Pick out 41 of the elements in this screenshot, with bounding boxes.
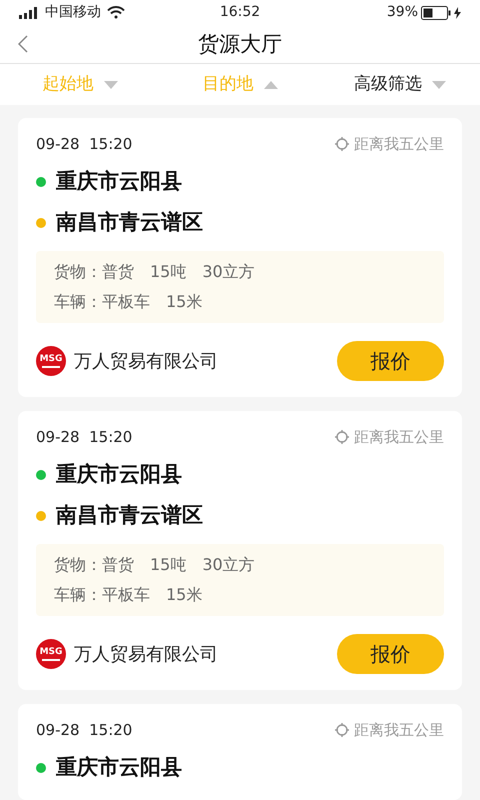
- quote-button[interactable]: 报价: [337, 634, 444, 674]
- triangle-down-icon: [104, 80, 118, 89]
- triangle-down-icon: [432, 80, 446, 89]
- wifi-icon: [107, 6, 125, 20]
- logo-underline: [42, 366, 60, 368]
- post-time: 09-28 15:20: [36, 720, 132, 741]
- post-time: 09-28 15:20: [36, 134, 132, 155]
- quote-button[interactable]: 报价: [337, 341, 444, 382]
- cargo-info: 货物：普货 15吨 30立方: [54, 261, 256, 284]
- location-icon: [334, 429, 350, 446]
- cargo-card[interactable]: 09-28 15:20 距离我五公里 重庆市云阳县 南昌市青云谱区 货物：普货 15吨 30立方 车辆：平板车 15米 MSG 万人贸易有限公司 报价: [18, 411, 462, 690]
- origin-city: 重庆市云阳县: [56, 754, 182, 782]
- carrier-name: 中国移动: [45, 3, 101, 22]
- battery-icon: [421, 6, 451, 20]
- page-title: 货源大厅: [198, 30, 282, 58]
- vehicle-info: 车辆：平板车 15米: [54, 584, 204, 606]
- distance-text: 距离我五公里: [354, 134, 444, 155]
- logo-underline: [42, 658, 60, 661]
- cargo-card[interactable]: 09-28 15:20 距离我五公里 重庆市云阳县: [18, 704, 462, 800]
- origin-city: 重庆市云阳县: [56, 168, 182, 196]
- post-time: 09-28 15:20: [36, 426, 132, 448]
- cargo-info: 货物：普货 15吨 30立方: [54, 554, 256, 576]
- filter-tab[interactable]: 高级筛选: [320, 72, 480, 98]
- battery-percent: 39%: [386, 3, 418, 22]
- origin-city: 重庆市云阳县: [56, 461, 182, 488]
- back-icon: [18, 35, 28, 54]
- destination-city: 南昌市青云谱区: [56, 502, 203, 530]
- vehicle-info: 车辆：平板车 15米: [54, 291, 204, 314]
- location-icon: [334, 136, 350, 152]
- company-name: 万人贸易有限公司: [74, 642, 218, 667]
- location-icon: [334, 722, 350, 738]
- cargo-card[interactable]: 09-28 15:20 距离我五公里 重庆市云阳县 南昌市青云谱区 货物：普货 15吨 30立方 车辆：平板车 15米 MSG 万人贸易有限公司 报价: [18, 118, 462, 398]
- distance-text: 距离我五公里: [354, 720, 444, 741]
- signal-icon: [19, 6, 39, 19]
- logo-text: MSG: [40, 354, 62, 364]
- distance-text: 距离我五公里: [354, 426, 444, 448]
- company-name: 万人贸易有限公司: [74, 350, 218, 374]
- triangle-up-icon: [264, 80, 278, 89]
- destination-city: 南昌市青云谱区: [56, 209, 203, 236]
- logo-text: MSG: [40, 648, 62, 657]
- clock: 16:52: [220, 3, 260, 22]
